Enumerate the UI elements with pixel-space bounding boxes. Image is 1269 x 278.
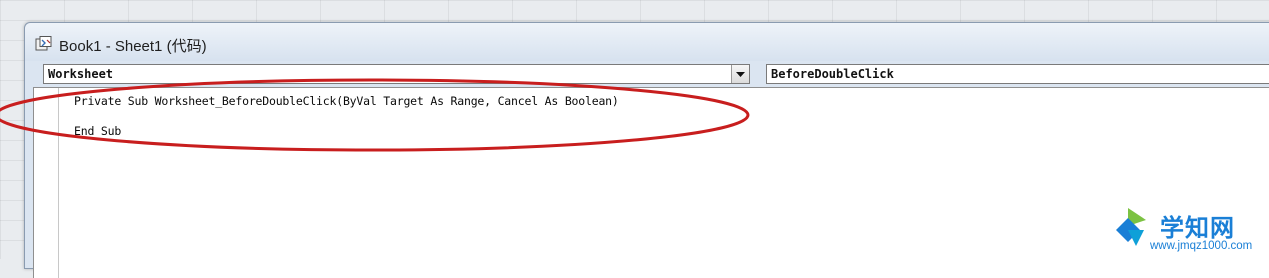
vba-code-window: Book1 - Sheet1 (代码) Worksheet BeforeDoub… <box>24 22 1269 278</box>
procedure-combo-value: BeforeDoubleClick <box>771 67 894 81</box>
vba-module-icon <box>35 36 52 51</box>
window-titlebar[interactable]: Book1 - Sheet1 (代码) <box>25 23 1269 61</box>
margin-indicator-bar[interactable] <box>34 88 59 278</box>
watermark-logo-icon <box>1116 208 1146 246</box>
object-combo[interactable]: Worksheet <box>43 64 750 84</box>
object-combo-dropdown-button[interactable] <box>731 65 749 83</box>
code-line-end-sub[interactable]: End Sub <box>74 124 121 138</box>
code-line-sub-declaration[interactable]: Private Sub Worksheet_BeforeDoubleClick(… <box>74 94 619 108</box>
object-combo-value: Worksheet <box>48 67 114 81</box>
procedure-combo[interactable]: BeforeDoubleClick <box>766 64 1269 84</box>
code-editor[interactable]: Private Sub Worksheet_BeforeDoubleClick(… <box>33 87 1269 278</box>
site-watermark: 学知网 www.jmqz1000.com <box>1108 200 1266 258</box>
chevron-down-icon <box>736 71 745 77</box>
window-title: Book1 - Sheet1 (代码) <box>59 38 207 55</box>
watermark-title: 学知网 <box>1160 214 1235 242</box>
watermark-url: www.jmqz1000.com <box>1150 240 1253 252</box>
